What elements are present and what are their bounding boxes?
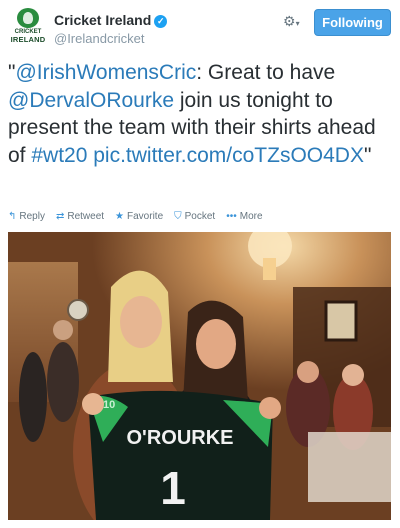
logo-text: CRICKET IRELAND — [11, 29, 46, 43]
favorite-label: Favorite — [127, 211, 164, 222]
tweet-text: " @IrishWomensCric: Great to have @Derval… — [8, 59, 394, 169]
woman-left-face — [120, 296, 162, 348]
close-quote: " — [363, 143, 372, 167]
reply-label: Reply — [19, 211, 45, 222]
framed-picture — [324, 300, 358, 342]
hashtag-wt20[interactable]: #wt20 — [31, 144, 87, 167]
hand-right — [259, 397, 281, 419]
reply-action[interactable]: ↰ Reply — [8, 211, 45, 222]
tweet-photo[interactable]: 10 O'ROURKE 1 — [8, 232, 391, 520]
retweet-action[interactable]: ⇄ Retweet — [56, 211, 104, 222]
jersey-collar-number: 10 — [103, 399, 115, 411]
retweet-icon: ⇄ — [55, 211, 65, 222]
favorite-action[interactable]: ★ Favorite — [115, 211, 163, 222]
mention-dervalorourke[interactable]: @DervalORourke — [8, 89, 174, 112]
chevron-down-icon: ▾ — [295, 19, 300, 28]
table-cloth — [308, 432, 391, 502]
logo-text-bottom: IRELAND — [10, 35, 46, 44]
retweet-label: Retweet — [67, 211, 105, 222]
account-name[interactable]: Cricket Ireland — [54, 12, 151, 28]
more-label: More — [239, 211, 263, 222]
pocket-label: Pocket — [184, 211, 216, 222]
background-person-head — [297, 361, 319, 383]
pocket-action[interactable]: ⛉ Pocket — [174, 211, 215, 222]
wall-clock — [67, 299, 89, 321]
more-action[interactable]: ••• More — [226, 211, 262, 222]
tweet-text-part-1: : Great to have — [196, 61, 336, 84]
photo-link[interactable]: pic.twitter.com/coTZsOO4DX — [93, 144, 364, 167]
background-person-head — [53, 320, 73, 340]
account-name-row[interactable]: Cricket Ireland ✓ — [54, 12, 168, 28]
hanging-lantern — [263, 258, 276, 280]
reply-icon: ↰ — [8, 211, 17, 222]
account-avatar[interactable]: CRICKET IRELAND — [8, 8, 48, 46]
photo-scene: 10 O'ROURKE 1 — [8, 232, 391, 520]
star-icon: ★ — [115, 211, 125, 222]
mention-irishwomenscric[interactable]: @IrishWomensCric — [15, 61, 196, 84]
account-handle[interactable]: @Irelandcricket — [54, 31, 145, 46]
hand-left — [82, 393, 104, 415]
background-person — [47, 342, 79, 422]
gear-icon[interactable]: ⚙▾ — [283, 13, 300, 30]
jersey-number: 1 — [160, 462, 186, 514]
cricket-ireland-logo-icon — [17, 8, 39, 28]
more-icon: ••• — [226, 211, 237, 222]
background-person-head — [342, 364, 364, 386]
woman-right-face — [196, 319, 236, 369]
jersey-name: O'ROURKE — [127, 427, 234, 449]
tweet-actions: ↰ Reply ⇄ Retweet ★ Favorite ⛉ Pocket ••… — [8, 211, 263, 222]
following-button[interactable]: Following — [314, 9, 391, 36]
verified-check-icon: ✓ — [154, 15, 168, 28]
pocket-icon: ⛉ — [174, 211, 182, 222]
background-person — [19, 352, 47, 442]
